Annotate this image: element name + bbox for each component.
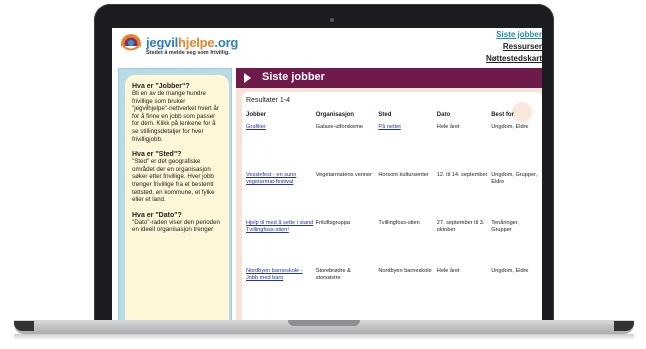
job-link[interactable]: Hjelp til med å sette i stand Tvillingfo… bbox=[246, 220, 313, 233]
nav-link-ressurser[interactable]: Ressurser bbox=[422, 41, 542, 53]
laptop-shadow bbox=[14, 334, 634, 340]
results-count: Resultater 1-4 bbox=[246, 97, 290, 104]
column-header-sted: Sted bbox=[378, 112, 392, 118]
info-sidebar: Hva er "Jobber"? Bli en av de mange hund… bbox=[118, 68, 232, 322]
site-name[interactable]: jegvilhjelpe.org bbox=[146, 35, 238, 50]
sidebar-text-sted: "Sted" er det geografiske området der en… bbox=[132, 158, 215, 204]
nav-link-siste-jobber[interactable]: Siste jobber bbox=[422, 29, 542, 41]
arrow-right-icon bbox=[244, 73, 251, 83]
job-link[interactable]: Nordbyen barneskole - Jobb med barn bbox=[246, 268, 303, 281]
table-cell: Hele året bbox=[436, 268, 460, 274]
job-link[interactable]: Grafiker bbox=[246, 124, 266, 130]
logo-icon bbox=[121, 34, 141, 55]
table-cell: Ungdom, Grupper, Eldre bbox=[491, 172, 538, 185]
table-cell: Friluftsgruppa bbox=[315, 220, 350, 226]
table-row: Grafiker Galaxe-utforskeme På nettet Hel… bbox=[246, 124, 542, 172]
job-link[interactable]: Vesslefest - en sunn vegetarmat-festival bbox=[246, 172, 296, 185]
jobs-panel: Resultater 1-4 Jobber Organisasjon Sted … bbox=[242, 92, 542, 322]
top-nav: Siste jobber Ressurser Nøttestedskart bbox=[422, 29, 542, 65]
table-cell: Hele året bbox=[436, 124, 460, 130]
table-cell: Ungdom, Eldre bbox=[491, 124, 529, 130]
page-title: Siste jobber bbox=[262, 71, 325, 83]
table-cell: 27. september til 3. oktober bbox=[436, 220, 485, 233]
table-cell: Tenåringer, Grupper bbox=[491, 220, 519, 233]
table-cell: Horsont kultursenter bbox=[378, 172, 429, 178]
info-sidebar-panel: Hva er "Jobber"? Bli en av de mange hund… bbox=[125, 75, 229, 322]
table-row: Nordbyen barneskole - Jobb med barn Stor… bbox=[246, 268, 542, 316]
main-content: Resultater 1-4 Jobber Organisasjon Sted … bbox=[236, 88, 542, 322]
table-cell: 12. til 14. september bbox=[436, 172, 488, 178]
column-header-best-for: Best for bbox=[491, 112, 514, 118]
table-cell: Tvillingfoss-stien bbox=[378, 220, 420, 226]
laptop-hinge-notch bbox=[288, 320, 360, 326]
site-tagline: Stedet å melde seg som frivillig. bbox=[146, 50, 230, 56]
sidebar-question-dato: Hva er "Dato"? bbox=[132, 211, 182, 219]
sidebar-text-jobber: Bli en av de mange hundre frivillige som… bbox=[132, 90, 219, 143]
table-cell: Storebrødre & storsøstre bbox=[315, 268, 351, 281]
column-header-jobber: Jobber bbox=[246, 112, 267, 118]
camera-icon bbox=[330, 18, 334, 22]
laptop-base-left-edge bbox=[14, 321, 34, 331]
table-cell: Vegetarmatens venner bbox=[315, 172, 373, 178]
laptop-screen: jegvilhjelpe.org Stedet å melde seg som … bbox=[112, 28, 542, 322]
column-header-organisasjon: Organisasjon bbox=[315, 112, 355, 118]
nav-link-nottestedskart[interactable]: Nøttestedskart bbox=[422, 53, 542, 65]
table-cell: Ungdom, Eldre bbox=[491, 268, 529, 274]
jobs-table: Jobber Organisasjon Sted Dato Best for G… bbox=[246, 112, 542, 316]
table-row: Vesslefest - en sunn vegetarmat-festival… bbox=[246, 172, 542, 220]
sidebar-question-sted: Hva er "Sted"? bbox=[132, 151, 182, 159]
sidebar-text-dato: "Dato"-raden viser den perioden en ideel… bbox=[132, 218, 220, 234]
section-header: Siste jobber bbox=[236, 68, 542, 88]
table-cell: Nordbyen barneskole bbox=[378, 268, 432, 274]
sidebar-question-jobber: Hva er "Jobber"? bbox=[132, 83, 190, 90]
column-header-dato: Dato bbox=[436, 112, 451, 118]
table-row: Hjelp til med å sette i stand Tvillingfo… bbox=[246, 220, 542, 268]
table-cell: Galaxe-utforskeme bbox=[315, 124, 363, 130]
location-link[interactable]: På nettet bbox=[378, 124, 400, 130]
